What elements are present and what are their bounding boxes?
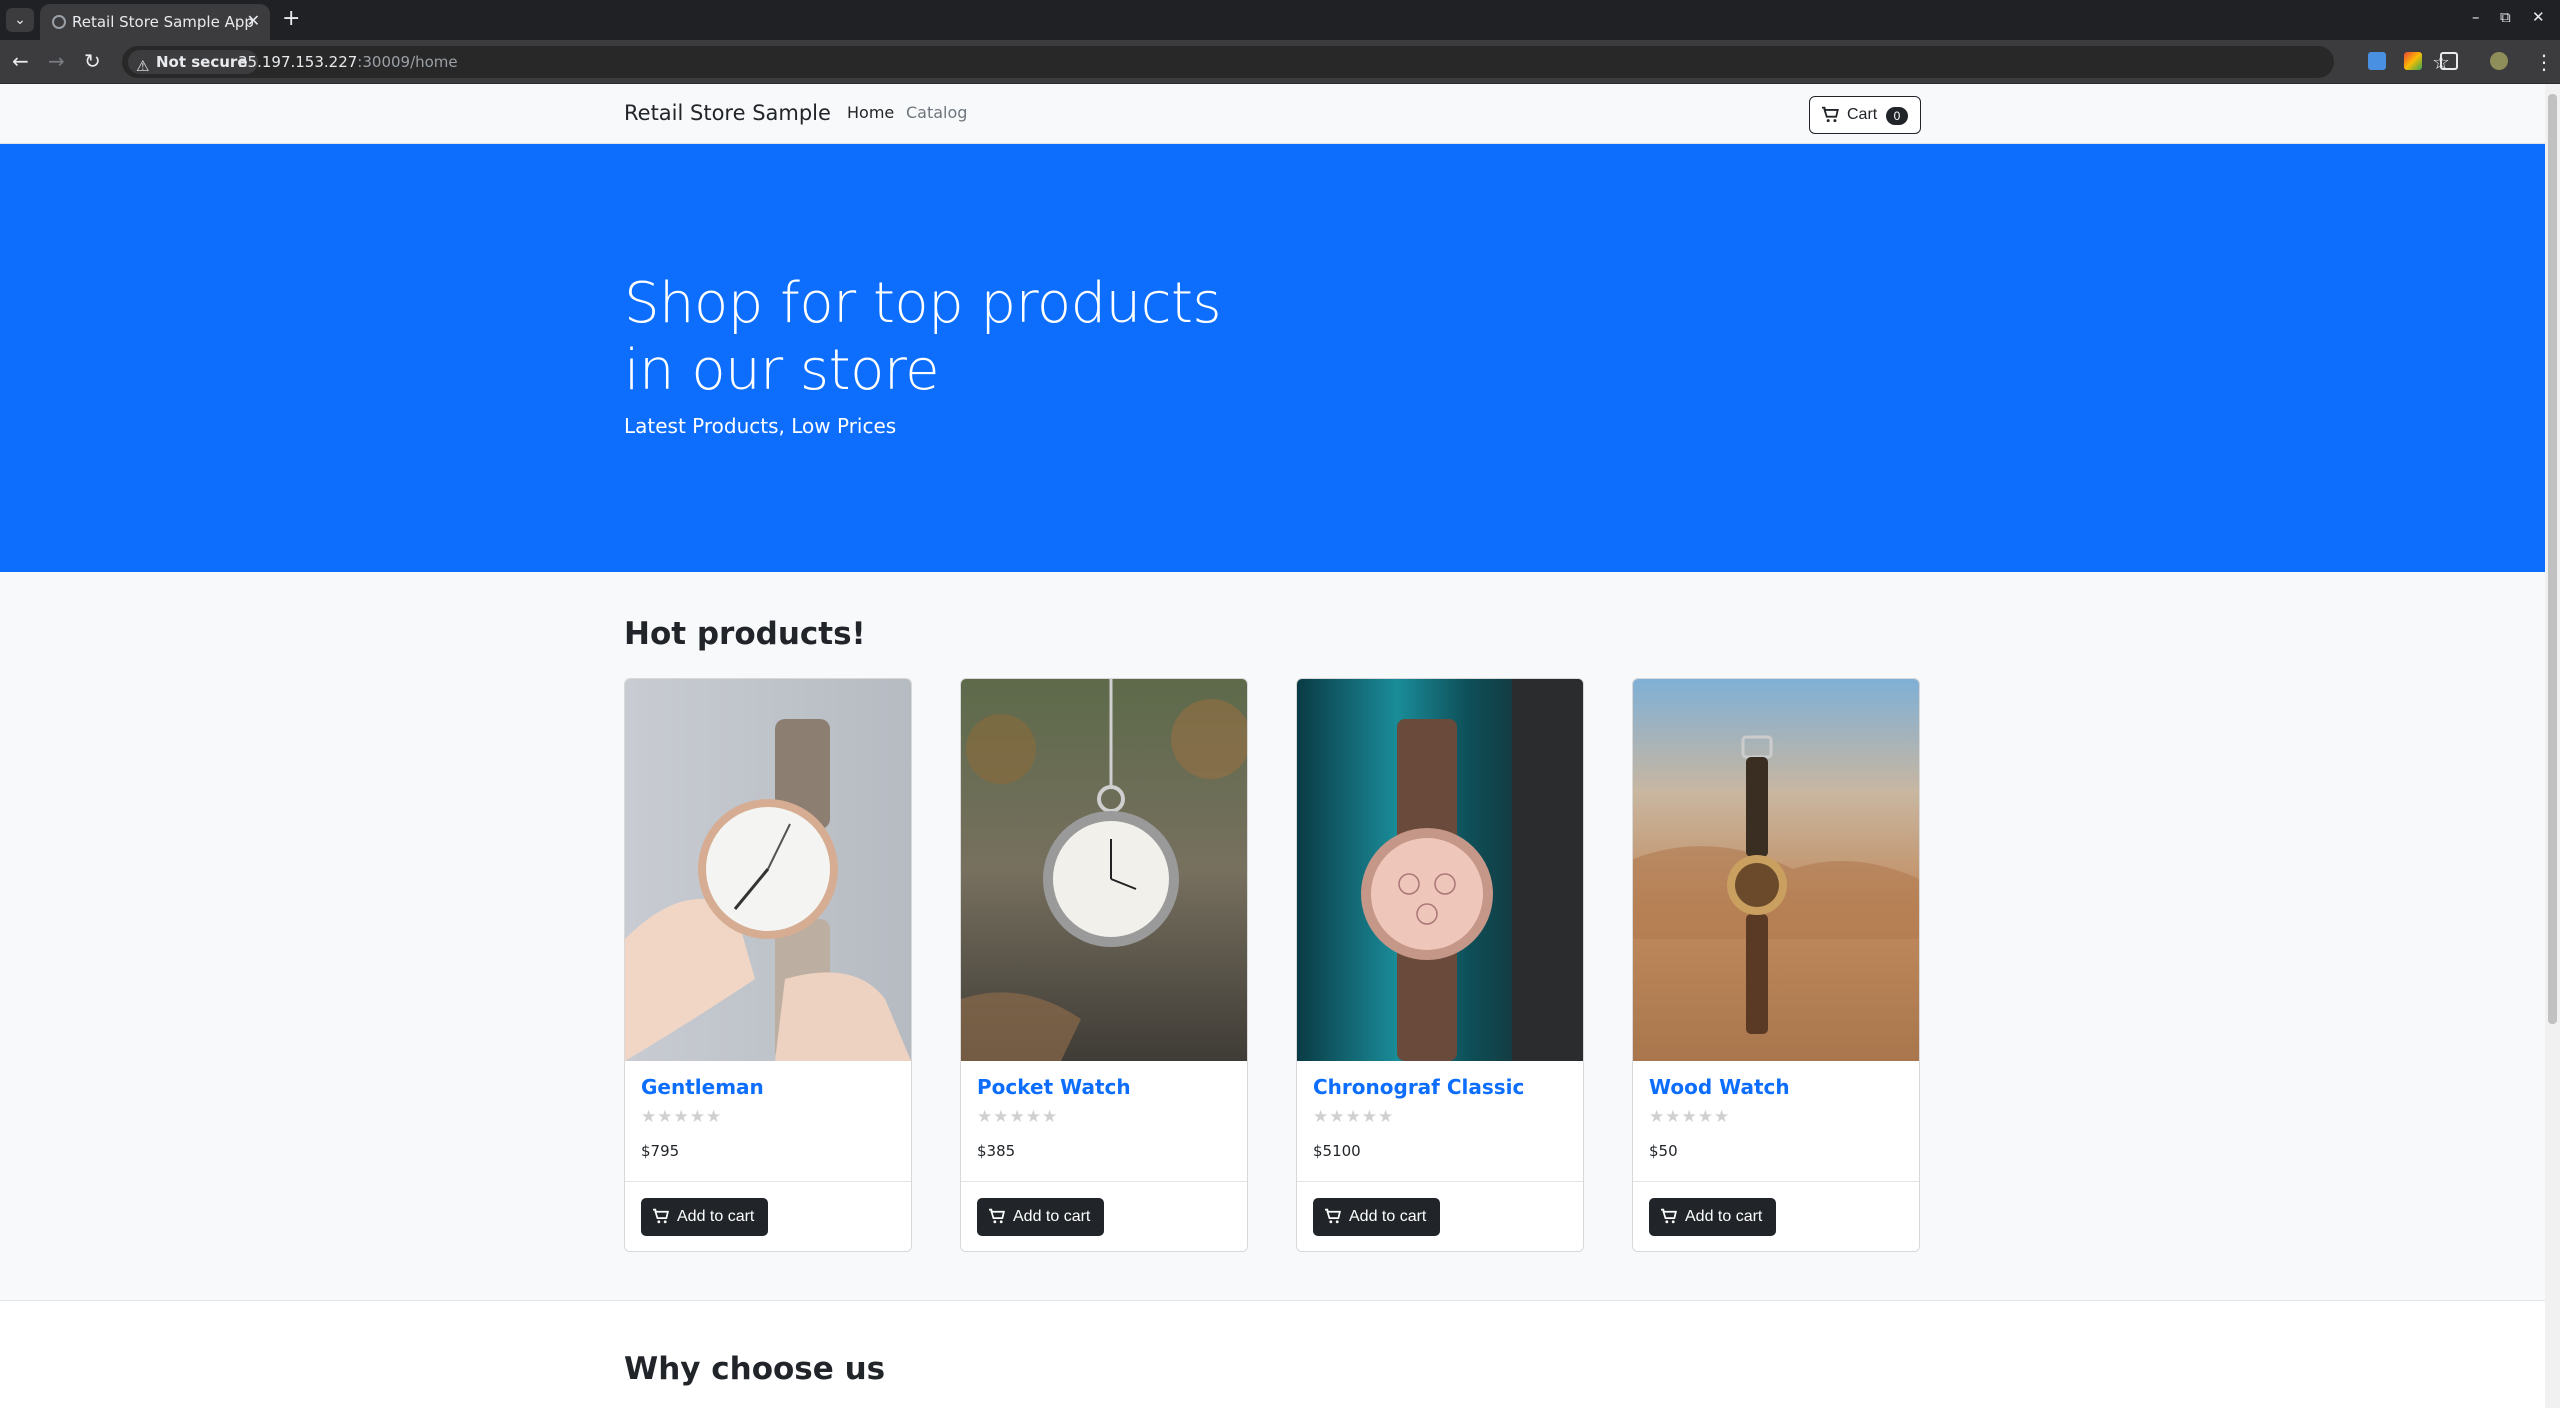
browser-toolbar: ← → ↻ ⚠ Not secure 35.197.153.227:30009/… xyxy=(0,40,2560,84)
product-price: $795 xyxy=(641,1142,680,1160)
reload-icon[interactable]: ↻ xyxy=(84,49,101,73)
url-path: :30009/home xyxy=(357,53,458,71)
back-icon[interactable]: ← xyxy=(12,49,29,73)
card-footer: Add to cart xyxy=(1633,1181,1919,1251)
card-footer: Add to cart xyxy=(1297,1181,1583,1251)
product-price: $5100 xyxy=(1313,1142,1361,1160)
forward-icon[interactable]: → xyxy=(48,49,65,73)
add-to-cart-label: Add to cart xyxy=(1685,1208,1763,1225)
minimize-icon[interactable]: – xyxy=(2472,8,2480,26)
extension-icon[interactable] xyxy=(2404,52,2422,70)
rating-stars: ★★★★★ xyxy=(1649,1107,1731,1127)
nav-home-link[interactable]: Home xyxy=(847,103,894,122)
product-image[interactable] xyxy=(1297,679,1583,1061)
brand-link[interactable]: Retail Store Sample xyxy=(624,101,831,125)
add-to-cart-label: Add to cart xyxy=(1013,1208,1091,1225)
warning-icon: ⚠ xyxy=(136,57,150,75)
tab-title: Retail Store Sample App xyxy=(72,13,254,31)
why-choose-us-heading: Why choose us xyxy=(624,1351,886,1387)
add-to-cart-label: Add to cart xyxy=(677,1208,755,1225)
hero-banner: Shop for top products in our store Lates… xyxy=(0,144,2545,572)
puzzle-icon[interactable] xyxy=(2440,52,2458,70)
nav-catalog-link[interactable]: Catalog xyxy=(906,103,967,122)
hero-title-line-2: in our store xyxy=(624,338,940,403)
site-navbar: Retail Store Sample Home Catalog Cart 0 xyxy=(0,84,2545,144)
rating-stars: ★★★★★ xyxy=(641,1107,723,1127)
card-footer: Add to cart xyxy=(961,1181,1247,1251)
cart-icon xyxy=(1325,1208,1341,1224)
product-image[interactable] xyxy=(625,679,911,1061)
cart-label: Cart xyxy=(1847,106,1878,123)
security-label: Not secure xyxy=(156,53,248,71)
menu-kebab-icon[interactable]: ⋮ xyxy=(2534,50,2554,74)
window-close-icon[interactable]: ✕ xyxy=(2532,8,2545,26)
tab-search-button[interactable]: ⌄ xyxy=(6,8,34,32)
extension-icon[interactable] xyxy=(2368,52,2386,70)
product-card: Gentleman ★★★★★ $795 Add to cart xyxy=(624,678,912,1252)
product-name-link[interactable]: Pocket Watch xyxy=(977,1075,1131,1099)
cart-icon xyxy=(1661,1208,1677,1224)
address-bar[interactable]: ⚠ Not secure 35.197.153.227:30009/home ☆ xyxy=(122,46,2450,78)
cart-icon xyxy=(653,1208,669,1224)
cart-button[interactable]: Cart 0 xyxy=(1809,96,1921,134)
scrollbar-thumb[interactable] xyxy=(2548,94,2557,1024)
product-name-link[interactable]: Chronograf Classic xyxy=(1313,1075,1524,1099)
page-scrollbar[interactable] xyxy=(2545,84,2560,1408)
url-text[interactable]: 35.197.153.227:30009/home xyxy=(238,53,458,71)
rating-stars: ★★★★★ xyxy=(1313,1107,1395,1127)
add-to-cart-button[interactable]: Add to cart xyxy=(1313,1198,1441,1236)
browser-tab-active[interactable]: Retail Store Sample App ✕ xyxy=(40,4,270,40)
product-name-link[interactable]: Gentleman xyxy=(641,1075,764,1099)
card-footer: Add to cart xyxy=(625,1181,911,1251)
hero-title-line-1: Shop for top products xyxy=(624,271,1222,336)
profile-avatar[interactable] xyxy=(2490,52,2508,70)
hero-subtitle: Latest Products, Low Prices xyxy=(624,414,897,438)
cart-icon xyxy=(1822,106,1839,123)
product-image[interactable] xyxy=(1633,679,1919,1061)
cart-count-badge: 0 xyxy=(1886,107,1908,125)
product-card: Pocket Watch ★★★★★ $385 Add to cart xyxy=(960,678,1248,1252)
browser-tabstrip: ⌄ Retail Store Sample App ✕ + – ⧉ ✕ xyxy=(0,0,2560,40)
rating-stars: ★★★★★ xyxy=(977,1107,1059,1127)
product-card: Chronograf Classic ★★★★★ $5100 Add to ca… xyxy=(1296,678,1584,1252)
hero-title: Shop for top products in our store xyxy=(624,270,1324,404)
add-to-cart-button[interactable]: Add to cart xyxy=(641,1198,769,1236)
add-to-cart-button[interactable]: Add to cart xyxy=(1649,1198,1777,1236)
product-name-link[interactable]: Wood Watch xyxy=(1649,1075,1790,1099)
product-price: $50 xyxy=(1649,1142,1678,1160)
cart-icon xyxy=(989,1208,1005,1224)
product-image[interactable] xyxy=(961,679,1247,1061)
product-card: Wood Watch ★★★★★ $50 Add to cart xyxy=(1632,678,1920,1252)
globe-icon xyxy=(52,15,66,29)
add-to-cart-button[interactable]: Add to cart xyxy=(977,1198,1105,1236)
add-to-cart-label: Add to cart xyxy=(1349,1208,1427,1225)
product-price: $385 xyxy=(977,1142,1016,1160)
close-icon[interactable]: ✕ xyxy=(247,11,260,30)
url-host: 35.197.153.227 xyxy=(238,53,358,71)
new-tab-button[interactable]: + xyxy=(282,6,300,31)
restore-icon[interactable]: ⧉ xyxy=(2500,8,2511,26)
hot-products-heading: Hot products! xyxy=(624,616,866,652)
why-section: Why choose us xyxy=(0,1300,2545,1408)
